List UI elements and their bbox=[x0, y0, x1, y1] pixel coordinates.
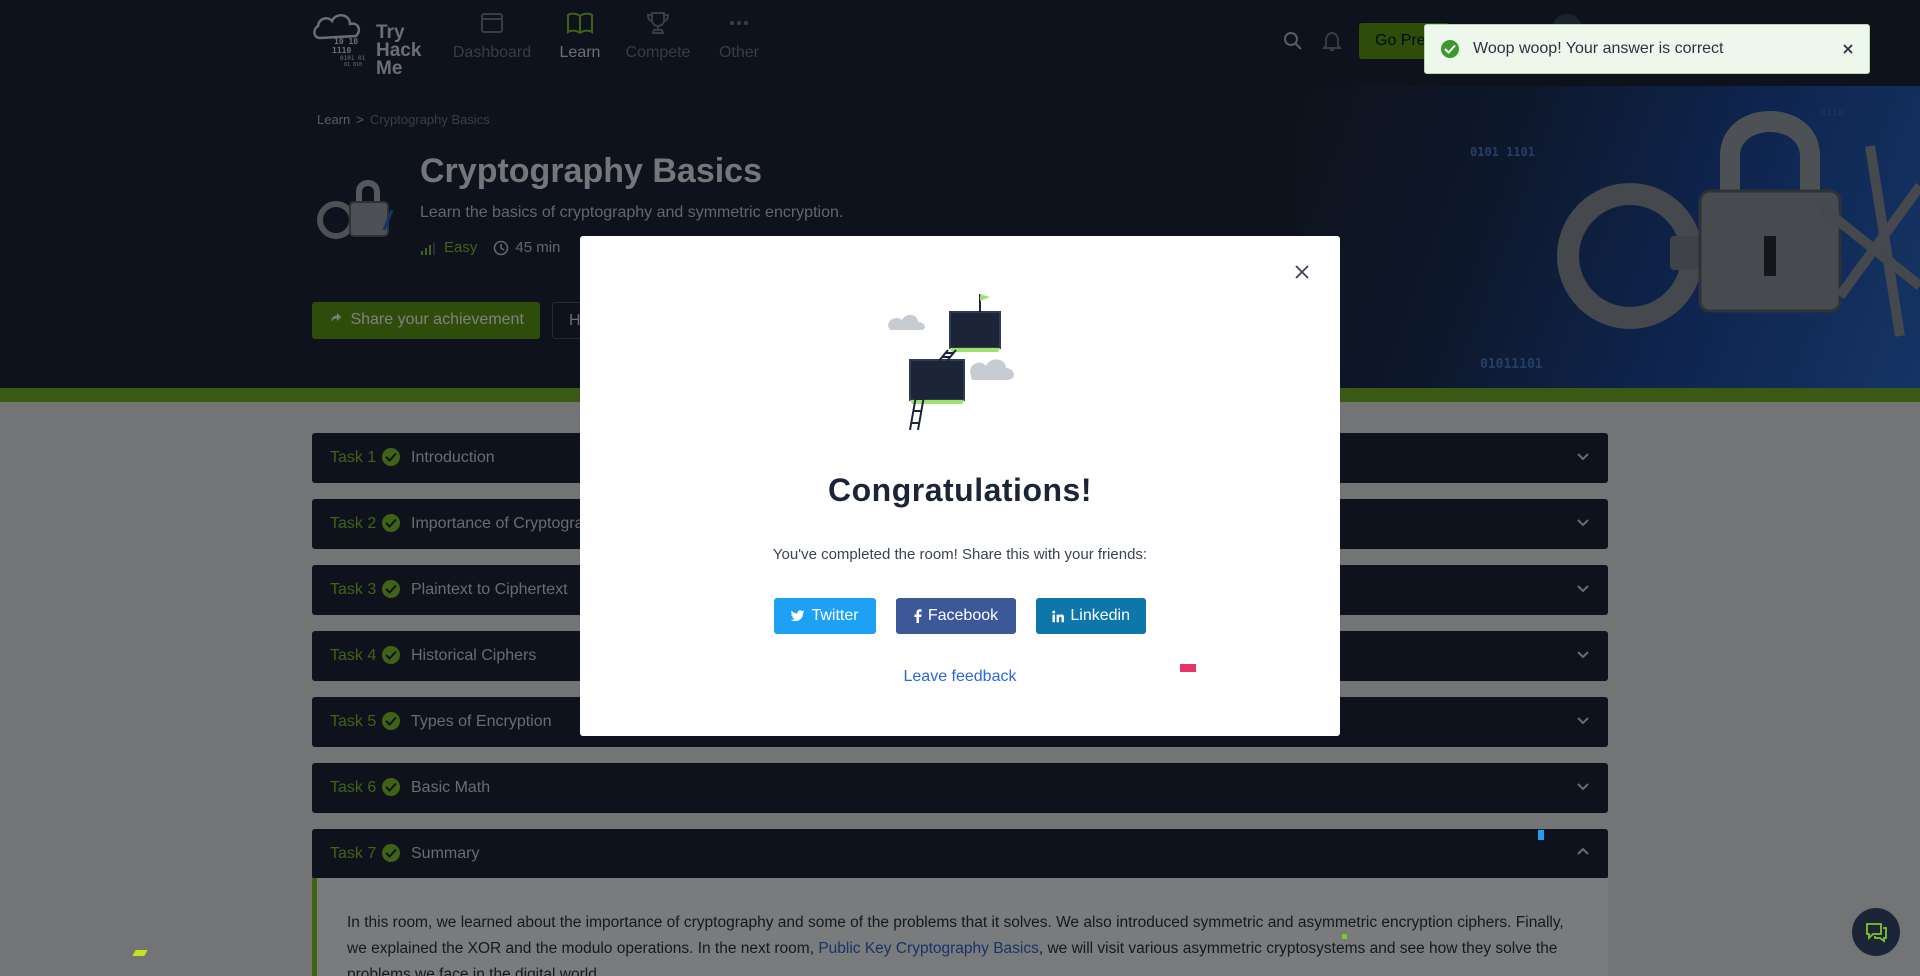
close-icon[interactable] bbox=[1292, 262, 1312, 282]
confetti-piece bbox=[1180, 664, 1196, 672]
check-circle-icon bbox=[1441, 40, 1459, 58]
share-buttons: Twitter Facebook Linkedin bbox=[580, 598, 1340, 634]
linkedin-share-button[interactable]: Linkedin bbox=[1036, 598, 1146, 634]
confetti-piece bbox=[1342, 934, 1347, 939]
toast-close-icon[interactable] bbox=[1841, 42, 1855, 56]
modal-message: You've completed the room! Share this wi… bbox=[772, 546, 1148, 563]
leave-feedback-link[interactable]: Leave feedback bbox=[580, 668, 1340, 686]
chat-icon bbox=[1866, 923, 1887, 943]
facebook-share-button[interactable]: Facebook bbox=[896, 598, 1016, 634]
linkedin-label: Linkedin bbox=[1070, 607, 1130, 624]
chat-support-button[interactable] bbox=[1852, 908, 1900, 956]
twitter-icon bbox=[791, 610, 805, 622]
linkedin-icon bbox=[1052, 610, 1065, 622]
confetti-piece bbox=[1538, 830, 1544, 840]
facebook-icon bbox=[914, 609, 922, 623]
twitter-label: Twitter bbox=[811, 607, 859, 624]
modal-title: Congratulations! bbox=[828, 472, 1092, 508]
tower-illustration bbox=[888, 294, 1014, 431]
toast-message: Woop woop! Your answer is correct bbox=[1473, 40, 1724, 57]
twitter-share-button[interactable]: Twitter bbox=[774, 598, 876, 634]
facebook-label: Facebook bbox=[927, 607, 999, 624]
success-toast: Woop woop! Your answer is correct bbox=[1424, 24, 1870, 74]
completion-modal: Congratulations! You've completed the ro… bbox=[580, 236, 1340, 736]
